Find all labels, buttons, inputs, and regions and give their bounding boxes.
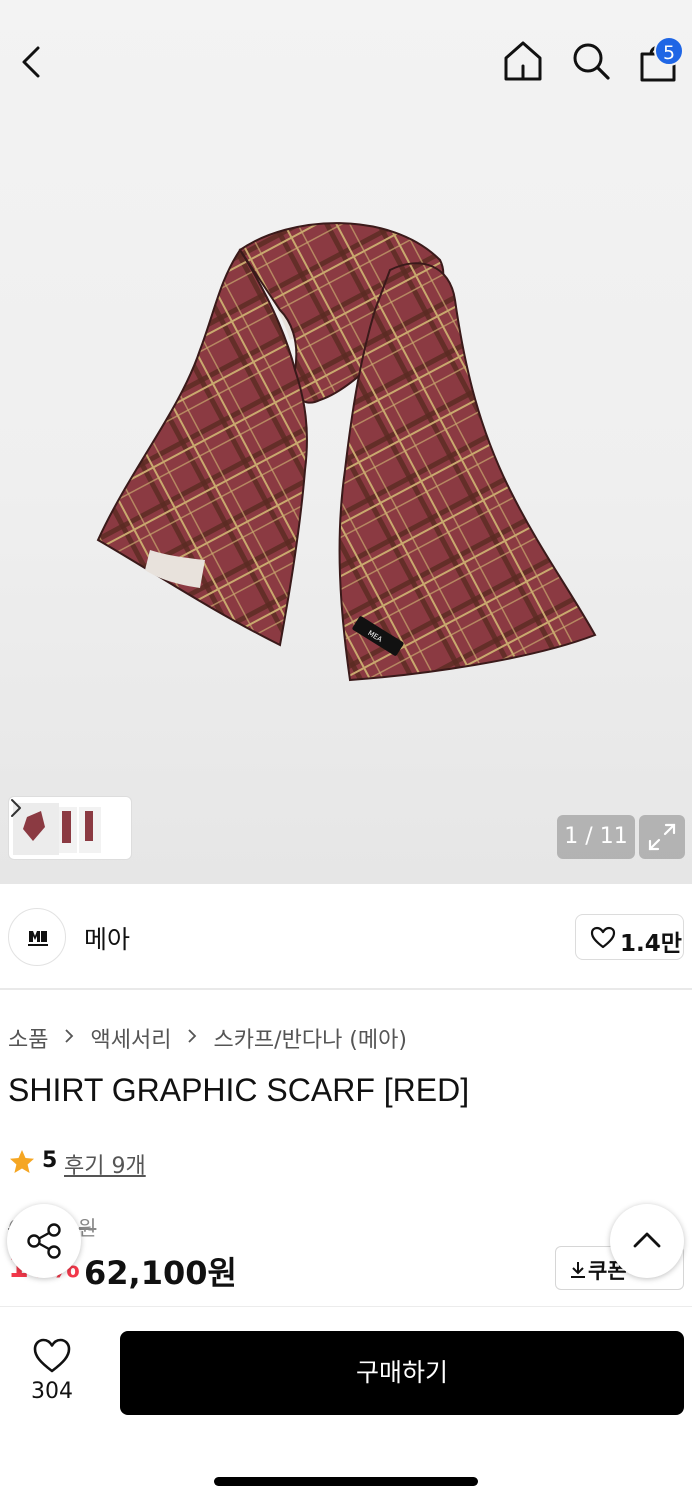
rating-value: 5 (42, 1148, 58, 1173)
brand-logo-mark (28, 931, 48, 946)
share-button[interactable] (7, 1204, 81, 1278)
product-title: SHIRT GRAPHIC SCARF [RED] (8, 1072, 470, 1108)
brand-logo[interactable] (8, 908, 66, 966)
image-counter: 1 / 11 (557, 815, 635, 859)
breadcrumb: 소품 액세서리 스카프/반다나 (메아) (8, 1022, 407, 1054)
sale-price: 62,100원 (84, 1254, 237, 1292)
cart-count-badge: 5 (654, 36, 684, 66)
brand-like-count: 1.4만 (620, 931, 682, 957)
search-icon[interactable] (568, 38, 614, 84)
buy-button[interactable]: 구매하기 (120, 1331, 684, 1415)
chevron-up-icon (633, 1232, 661, 1248)
product-image-gallery[interactable]: 5 MEA 1 / 11 (0, 0, 692, 884)
wishlist-count: 304 (31, 1379, 73, 1404)
expand-icon (648, 823, 676, 851)
brand-name[interactable]: 메아 (84, 920, 130, 956)
home-icon[interactable] (500, 38, 546, 84)
expand-button[interactable] (639, 815, 685, 859)
bottom-action-bar: 304 구매하기 (0, 1306, 692, 1500)
thumbnail-images[interactable] (9, 797, 109, 861)
breadcrumb-item-accessories-category[interactable]: 소품 (8, 1022, 48, 1054)
heart-outline-icon (590, 926, 616, 949)
brand-like-button[interactable]: 1.4만 (575, 914, 684, 960)
scroll-to-top-button[interactable] (610, 1204, 684, 1278)
product-image[interactable]: MEA (90, 210, 610, 690)
breadcrumb-item-scarf[interactable]: 스카프/반다나 (메아) (213, 1022, 407, 1054)
chevron-right-icon (65, 1029, 74, 1043)
thumbnail-strip[interactable] (8, 796, 132, 860)
chevron-left-icon[interactable] (12, 40, 52, 84)
breadcrumb-item-accessory[interactable]: 액세서리 (90, 1022, 171, 1054)
home-indicator (214, 1477, 478, 1486)
brand-row: 메아 1.4만 (0, 884, 692, 990)
share-icon (27, 1223, 61, 1259)
heart-outline-icon[interactable] (32, 1337, 72, 1375)
download-icon (571, 1262, 585, 1278)
top-bar: 5 (0, 0, 692, 120)
chevron-right-icon[interactable] (9, 797, 23, 819)
star-icon (10, 1150, 34, 1173)
reviews-link[interactable]: 후기 9개 (64, 1148, 146, 1180)
chevron-right-icon (188, 1029, 197, 1043)
